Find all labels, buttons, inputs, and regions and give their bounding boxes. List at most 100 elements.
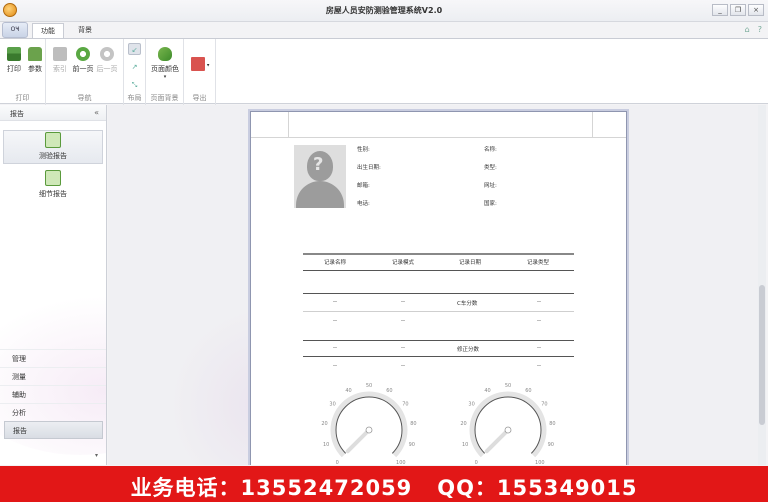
type-label: 类型:	[484, 165, 497, 171]
nav-item-manage[interactable]: 管理	[0, 349, 106, 367]
settings-icon	[28, 47, 42, 61]
tab-function[interactable]: 功能	[32, 23, 64, 38]
next-page-button[interactable]: 后一页	[96, 47, 118, 74]
gauge-c-score: 0 10 20 30 40 50 60 70 80 90 100 C车分数	[317, 380, 421, 465]
gauge-tick-label: 10	[462, 442, 468, 448]
layout-pointer-icon[interactable]: ↙	[128, 43, 141, 55]
gauge-tick-label: 0	[475, 460, 478, 465]
gauge-tick-label: 40	[484, 388, 490, 394]
page-margin-line	[592, 112, 593, 138]
layout-hand-icon[interactable]: ↗	[128, 61, 141, 73]
nav-group: 索引 前一页 后一页 导航	[46, 39, 124, 105]
gauge-tick-label: 20	[321, 421, 327, 427]
birthdate-label: 出生日期:	[357, 165, 381, 171]
nav-item-report[interactable]: 报告	[4, 421, 103, 439]
vertical-scrollbar[interactable]	[758, 105, 766, 465]
table-rule	[303, 356, 574, 357]
table-cell: --	[333, 318, 337, 324]
report-item-label: 细节报告	[39, 190, 67, 198]
window-title: 房屋人员安防测验管理系统V2.0	[325, 6, 443, 15]
params-button[interactable]: 参数	[24, 47, 46, 74]
gauge-tick-label: 50	[505, 383, 511, 389]
maximize-button[interactable]: ❐	[730, 4, 746, 16]
gauge-tick-label: 70	[402, 402, 408, 408]
gauge-hub	[365, 426, 373, 434]
collapse-icon[interactable]: «	[94, 108, 99, 117]
gauge-tick-label: 20	[460, 421, 466, 427]
table-rule	[303, 340, 574, 341]
table-cell: --	[401, 318, 405, 324]
nav-item-analysis[interactable]: 分析	[0, 403, 106, 421]
layout-zoom-icon[interactable]: ⤡	[128, 79, 141, 91]
ribbon-tabs: ОҸ 功能 背景 ⌂ ?	[0, 22, 768, 38]
index-button[interactable]: 索引	[49, 47, 71, 74]
gauge-track	[330, 391, 408, 458]
gauge-hub	[504, 426, 512, 434]
gauge-needle	[345, 428, 371, 454]
gauge-tick-label: 0	[336, 460, 339, 465]
column-header: 记录模式	[392, 260, 415, 266]
print-button[interactable]: 打印	[3, 47, 25, 74]
gauge-tick-label: 10	[323, 442, 329, 448]
export-button[interactable]: ▾	[188, 57, 212, 74]
gauge-tick-label: 30	[329, 402, 335, 408]
contact-text: 业务电话：13552472059 QQ：155349015	[130, 476, 638, 500]
table-rule	[303, 270, 574, 271]
nav-item-assist[interactable]: 辅助	[0, 385, 106, 403]
phone-label: 电话:	[357, 201, 370, 207]
column-header: 记录名称	[324, 260, 347, 266]
email-label: 邮箱:	[357, 183, 370, 189]
table-cell: --	[333, 299, 337, 305]
table-rule	[303, 311, 574, 312]
gauge-tick-label: 80	[410, 421, 416, 427]
arrow-left-icon	[76, 47, 90, 61]
page-bg-group: 页面颜色 ▾ 页面背景	[146, 39, 184, 105]
table-cell: --	[401, 363, 405, 369]
gauge-needle	[484, 428, 510, 454]
gauge-tick-label: 60	[386, 388, 392, 394]
scrollbar-thumb[interactable]	[759, 285, 765, 425]
document-viewer: ? 性别: 出生日期: 邮箱: 电话: 名称: 类型: 网址: 国家: 记录名称…	[108, 105, 766, 465]
help-icon[interactable]: ?	[758, 25, 762, 34]
title-bar: 房屋人员安防测验管理系统V2.0 _ ❐ ×	[0, 0, 768, 22]
prev-page-button[interactable]: 前一页	[72, 47, 94, 74]
gauge-tick-label: 100	[396, 460, 406, 465]
export-group: ▾ 导出	[184, 39, 216, 105]
gender-label: 性别:	[357, 147, 370, 153]
website-label: 网址:	[484, 183, 497, 189]
home-icon[interactable]: ⌂	[745, 25, 750, 34]
table-cell: --	[401, 345, 405, 351]
page-color-button[interactable]: 页面颜色 ▾	[150, 47, 180, 80]
gauge-track	[469, 391, 547, 458]
more-icon[interactable]: ▾	[95, 452, 98, 459]
report-sidebar: 报告 « 测验报告 细节报告 管理 测量 辅助 分析 报告 ▾	[0, 105, 107, 465]
sidebar-nav: 管理 测量 辅助 分析 报告	[0, 349, 106, 439]
table-top-rule	[303, 253, 574, 255]
table-cell: --	[333, 363, 337, 369]
contact-banner: 业务电话：13552472059 QQ：155349015	[0, 466, 768, 502]
page-color-label: 页面颜色	[151, 65, 179, 73]
app-menu-button[interactable]: ОҸ	[2, 22, 28, 38]
page-header-line	[251, 137, 626, 138]
chevron-down-icon: ▾	[163, 74, 167, 80]
minimize-button[interactable]: _	[712, 4, 728, 16]
close-button[interactable]: ×	[748, 4, 764, 16]
gauge-tick-label: 50	[366, 383, 372, 389]
table-cell: --	[333, 345, 337, 351]
export-dropdown-icon: ▾	[206, 62, 210, 69]
gauge-tick-label: 30	[468, 402, 474, 408]
paint-bucket-icon	[158, 47, 172, 61]
next-page-label: 后一页	[96, 65, 118, 73]
index-label: 索引	[53, 65, 67, 73]
print-group-label: 打印	[15, 94, 30, 102]
export-group-label: 导出	[192, 94, 207, 102]
gauge-tick-label: 40	[345, 388, 351, 394]
table-cell: --	[401, 299, 405, 305]
sidebar-header: 报告 «	[0, 105, 106, 121]
report-item-detail[interactable]: 细节报告	[3, 169, 103, 203]
report-item-test[interactable]: 测验报告	[3, 130, 103, 164]
table-cell: --	[537, 363, 541, 369]
tab-background[interactable]: 背景	[70, 23, 100, 38]
nav-item-measure[interactable]: 测量	[0, 367, 106, 385]
country-label: 国家:	[484, 201, 497, 207]
